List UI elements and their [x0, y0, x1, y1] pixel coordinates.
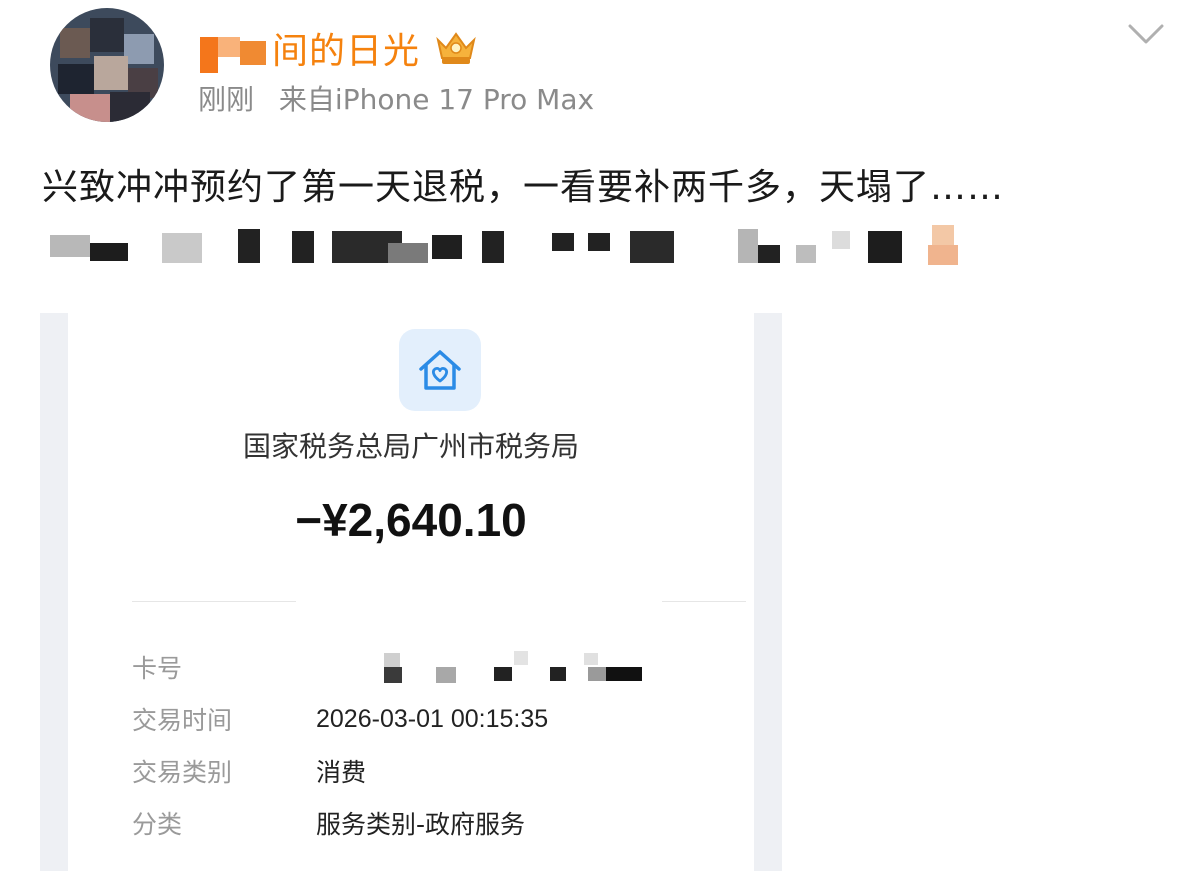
post-meta: 刚刚 来自iPhone 17 Pro Max: [198, 78, 594, 118]
receipt-image[interactable]: 国家税务总局广州市税务局 −¥2,640.10 卡号 交易时间 2026-03-…: [40, 313, 782, 871]
post-source[interactable]: 来自iPhone 17 Pro Max: [279, 83, 594, 116]
post-text-content: 兴致冲冲预约了第一天退税，一看要补两千多，天塌了……: [42, 167, 1005, 208]
crown-badge-icon[interactable]: [432, 28, 480, 68]
merchant-name: 国家税务总局广州市税务局: [242, 430, 579, 463]
post-time: 刚刚: [198, 83, 255, 116]
detail-value: 消费: [316, 758, 367, 787]
card-number-mask: [316, 649, 642, 685]
detail-value: 服务类别-政府服务: [316, 810, 526, 839]
username-row[interactable]: 间的日光: [198, 18, 480, 78]
post-text: 兴致冲冲预约了第一天退税，一看要补两千多，天塌了……: [42, 160, 1152, 272]
detail-label: 卡号: [132, 654, 183, 683]
divider: [132, 601, 296, 602]
chevron-down-icon[interactable]: [1126, 20, 1166, 48]
detail-label: 分类: [132, 810, 183, 839]
detail-row-type: 交易类别 消费: [132, 753, 714, 789]
detail-value: 2026-03-01 00:15:35: [316, 704, 549, 733]
detail-label: 交易类别: [132, 758, 233, 787]
post-text-mask: [42, 225, 912, 265]
detail-row-time: 交易时间 2026-03-01 00:15:35: [132, 701, 714, 737]
detail-row-card: 卡号: [132, 649, 714, 685]
user-avatar[interactable]: [50, 8, 164, 122]
detail-label: 交易时间: [132, 706, 233, 735]
transaction-amount: −¥2,640.10: [295, 494, 527, 546]
divider: [662, 601, 746, 602]
detail-row-category: 分类 服务类别-政府服务: [132, 805, 714, 841]
house-heart-icon: [399, 329, 481, 411]
emoji-mask: [924, 225, 964, 265]
username-mask: [198, 23, 268, 73]
username[interactable]: 间的日光: [272, 22, 420, 74]
